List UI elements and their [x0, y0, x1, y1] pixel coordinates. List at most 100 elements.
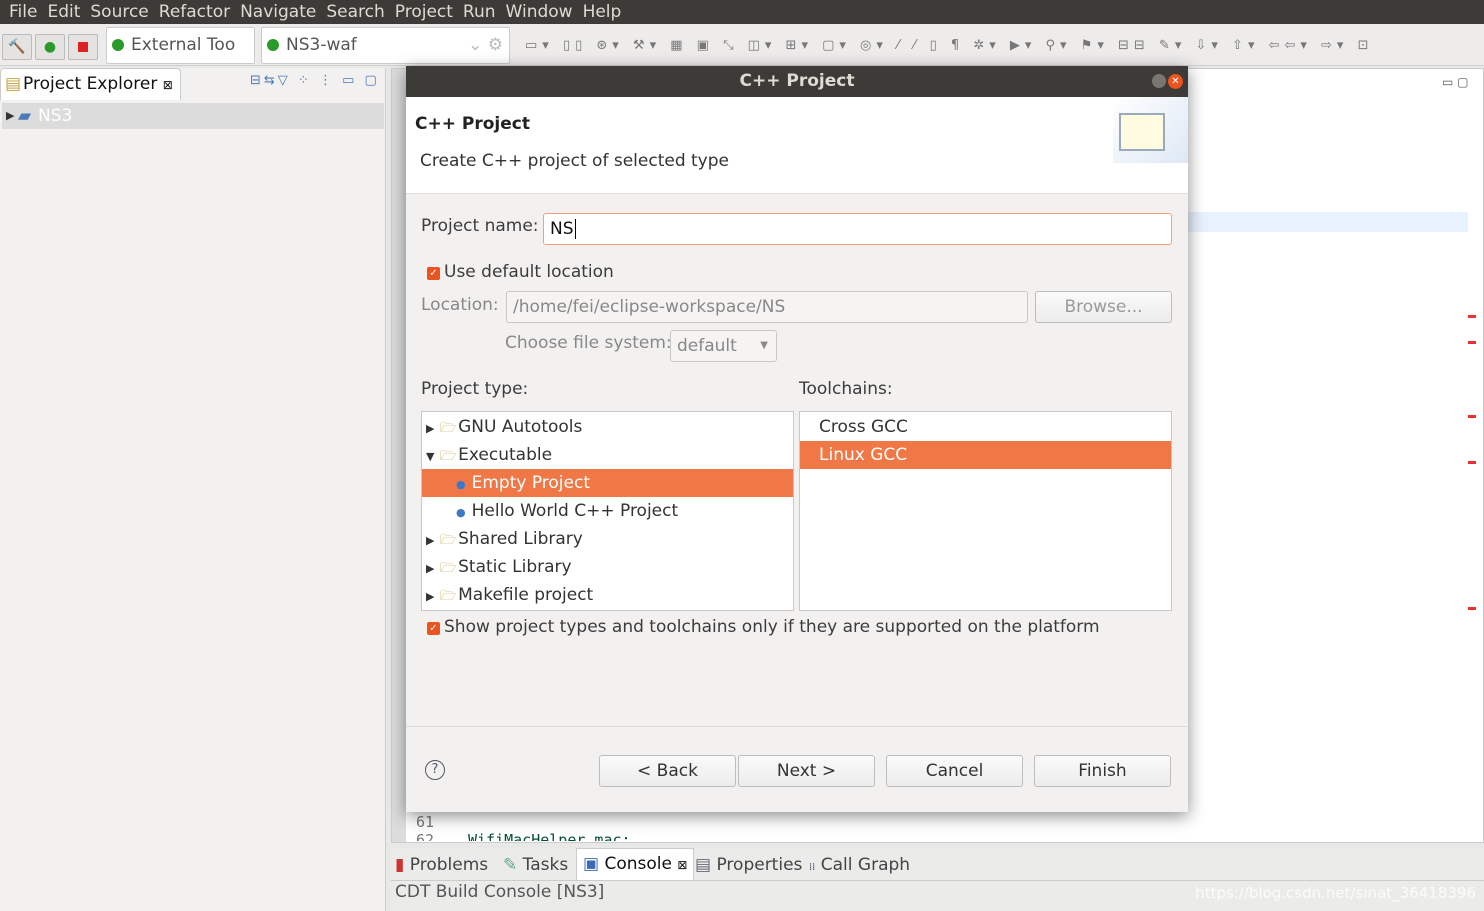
current-line-highlight	[1188, 212, 1468, 232]
location-label: Location:	[421, 295, 499, 315]
toolchain-linux-gcc[interactable]: Linux GCC	[800, 441, 1171, 469]
tab-properties[interactable]: ▤ Properties	[695, 850, 802, 880]
run-icon	[112, 39, 124, 51]
menu-edit[interactable]: Edit	[42, 0, 85, 24]
stop-icon[interactable]	[68, 34, 98, 60]
launch-icon[interactable]: ●	[35, 34, 65, 60]
line-number: 61	[416, 813, 435, 831]
finish-button[interactable]: Finish	[1034, 755, 1171, 787]
next-button[interactable]: Next >	[738, 755, 875, 787]
collapse-icon[interactable]: ▼	[426, 443, 440, 471]
tree-item-executable[interactable]: ▼ 🗁 Executable	[422, 441, 793, 469]
project-name-input[interactable]: NS	[543, 213, 1172, 245]
expand-icon[interactable]: ▶	[426, 415, 440, 443]
close-icon[interactable]: ⊠	[163, 78, 173, 92]
browse-button[interactable]: Browse...	[1035, 291, 1172, 323]
tree-item-hello-world[interactable]: ● Hello World C++ Project	[422, 497, 793, 525]
project-type-label: Project type:	[421, 379, 529, 399]
menu-run[interactable]: Run	[458, 0, 501, 24]
maximize-icon[interactable]	[1152, 74, 1166, 88]
tasks-icon: ✎	[503, 855, 518, 875]
build-hammer-icon[interactable]: 🔨	[2, 34, 32, 60]
cpp-project-dialog: C++ Project ✕ C++ Project Create C++ pro…	[406, 66, 1188, 812]
divider	[391, 880, 1484, 881]
tree-item-makefile-project[interactable]: ▶ 🗁 Makefile project	[422, 581, 793, 609]
project-type-tree[interactable]: ▶ 🗁 GNU Autotools ▼ 🗁 Executable ● Empty Proj…	[421, 411, 794, 611]
folder-icon: 🗁	[440, 449, 457, 464]
toolchains-list[interactable]: Cross GCC Linux GCC	[799, 411, 1172, 611]
gear-icon[interactable]: ⌄ ⚙	[468, 28, 503, 63]
tab-console[interactable]: ▣ Console ⊠	[576, 848, 695, 880]
menu-source[interactable]: Source	[85, 0, 153, 24]
toolchains-label: Toolchains:	[799, 379, 893, 399]
expand-icon[interactable]: ▶	[426, 555, 440, 583]
file-system-select[interactable]: default ▼	[670, 330, 777, 362]
bullet-icon: ●	[456, 506, 466, 519]
bullet-icon: ●	[456, 478, 466, 491]
tab-call-graph[interactable]: ⁞⁞ Call Graph	[809, 850, 910, 880]
help-icon[interactable]: ?	[425, 760, 445, 780]
code-line: WifiMacHelper mac;	[468, 833, 631, 841]
project-icon: ▰	[18, 106, 32, 126]
expand-icon[interactable]: ▶	[6, 103, 14, 129]
use-default-location-label: Use default location	[444, 262, 614, 282]
launch-config-combo[interactable]: NS3-waf ⌄ ⚙	[261, 27, 510, 64]
editor-minmax[interactable]: ▭ ▢	[1442, 75, 1469, 89]
watermark: https://blog.csdn.net/sinat_36418396	[1195, 884, 1476, 902]
explorer-icon: ▤	[5, 74, 22, 94]
error-marker[interactable]	[1468, 607, 1476, 610]
menu-file[interactable]: File	[4, 0, 42, 24]
tree-item-shared-library[interactable]: ▶ 🗁 Shared Library	[422, 525, 793, 553]
header-title: C++ Project	[415, 114, 530, 134]
back-button[interactable]: < Back	[599, 755, 736, 787]
menu-navigate[interactable]: Navigate	[235, 0, 321, 24]
tree-item-empty-project[interactable]: ● Empty Project	[422, 469, 793, 497]
console-title: CDT Build Console [NS3]	[395, 882, 605, 902]
cancel-button[interactable]: Cancel	[886, 755, 1023, 787]
expand-icon[interactable]: ▶	[426, 527, 440, 555]
run-icon	[267, 39, 279, 51]
properties-icon: ▤	[695, 855, 712, 875]
menu-window[interactable]: Window	[501, 0, 578, 24]
launch-mode-combo[interactable]: External Too ⌄	[106, 27, 255, 90]
close-icon[interactable]: ⊠	[677, 858, 687, 872]
tab-problems[interactable]: ▮ Problems	[395, 850, 488, 880]
location-input[interactable]: /home/fei/eclipse-workspace/NS	[506, 291, 1028, 323]
project-name-label: Project name:	[421, 216, 539, 236]
folder-icon: 🗁	[440, 589, 457, 604]
console-icon: ▣	[583, 854, 600, 874]
use-default-location-checkbox[interactable]: ✓	[427, 267, 440, 280]
tab-project-explorer[interactable]: ▤ Project Explorer ⊠	[0, 68, 181, 100]
dialog-header: C++ Project Create C++ project of select…	[406, 97, 1188, 194]
project-explorer-panel: ▤ Project Explorer ⊠ ⊟⇆▽ ⁘ ⋮ ▭ ▢ ▶ ▰ NS3	[0, 68, 386, 911]
tree-item-ns3[interactable]: ▶ ▰ NS3	[2, 103, 384, 129]
editor-ruler	[392, 69, 406, 842]
folder-icon: 🗁	[440, 561, 457, 576]
problems-icon: ▮	[395, 855, 405, 875]
expand-icon[interactable]: ▶	[426, 583, 440, 611]
menu-project[interactable]: Project	[390, 0, 458, 24]
wizard-banner-icon	[1113, 97, 1188, 163]
show-supported-checkbox[interactable]: ✓	[427, 622, 440, 635]
menu-help[interactable]: Help	[578, 0, 627, 24]
divider	[406, 726, 1188, 727]
close-icon[interactable]: ✕	[1168, 74, 1183, 89]
error-marker[interactable]	[1468, 315, 1476, 318]
tab-tasks[interactable]: ✎ Tasks	[503, 850, 568, 880]
call-graph-icon: ⁞⁞	[809, 862, 816, 873]
toolbar: 🔨 ● External Too ⌄ NS3-waf⌄ ⚙ ▭▾ ▯▯ ⊛▾ ⚒…	[0, 24, 1484, 90]
dropdown-icon: ▼	[760, 340, 768, 351]
line-number: 62	[416, 833, 434, 841]
tree-item-static-library[interactable]: ▶ 🗁 Static Library	[422, 553, 793, 581]
toolbar-icons[interactable]: ▭▾ ▯▯ ⊛▾ ⚒▾ ▦ ▣ ⤡ ◫▾ ⊞▾ ▢▾ ◎▾ ⁄ ⁄ ▯ ¶ ✲▾…	[525, 38, 1373, 53]
menu-refactor[interactable]: Refactor	[154, 0, 235, 24]
menu-search[interactable]: Search	[321, 0, 389, 24]
error-marker[interactable]	[1468, 415, 1476, 418]
tree-item-gnu-autotools[interactable]: ▶ 🗁 GNU Autotools	[422, 413, 793, 441]
bottom-panel: ▮ Problems ✎ Tasks ▣ Console ⊠ ▤ Propert…	[391, 848, 1484, 911]
toolchain-cross-gcc[interactable]: Cross GCC	[800, 413, 1171, 441]
menu-bar: File Edit Source Refactor Navigate Searc…	[0, 0, 1484, 24]
error-marker[interactable]	[1468, 341, 1476, 344]
explorer-view-actions[interactable]: ⊟⇆▽ ⁘ ⋮ ▭ ▢	[250, 73, 380, 88]
error-marker[interactable]	[1468, 461, 1476, 464]
